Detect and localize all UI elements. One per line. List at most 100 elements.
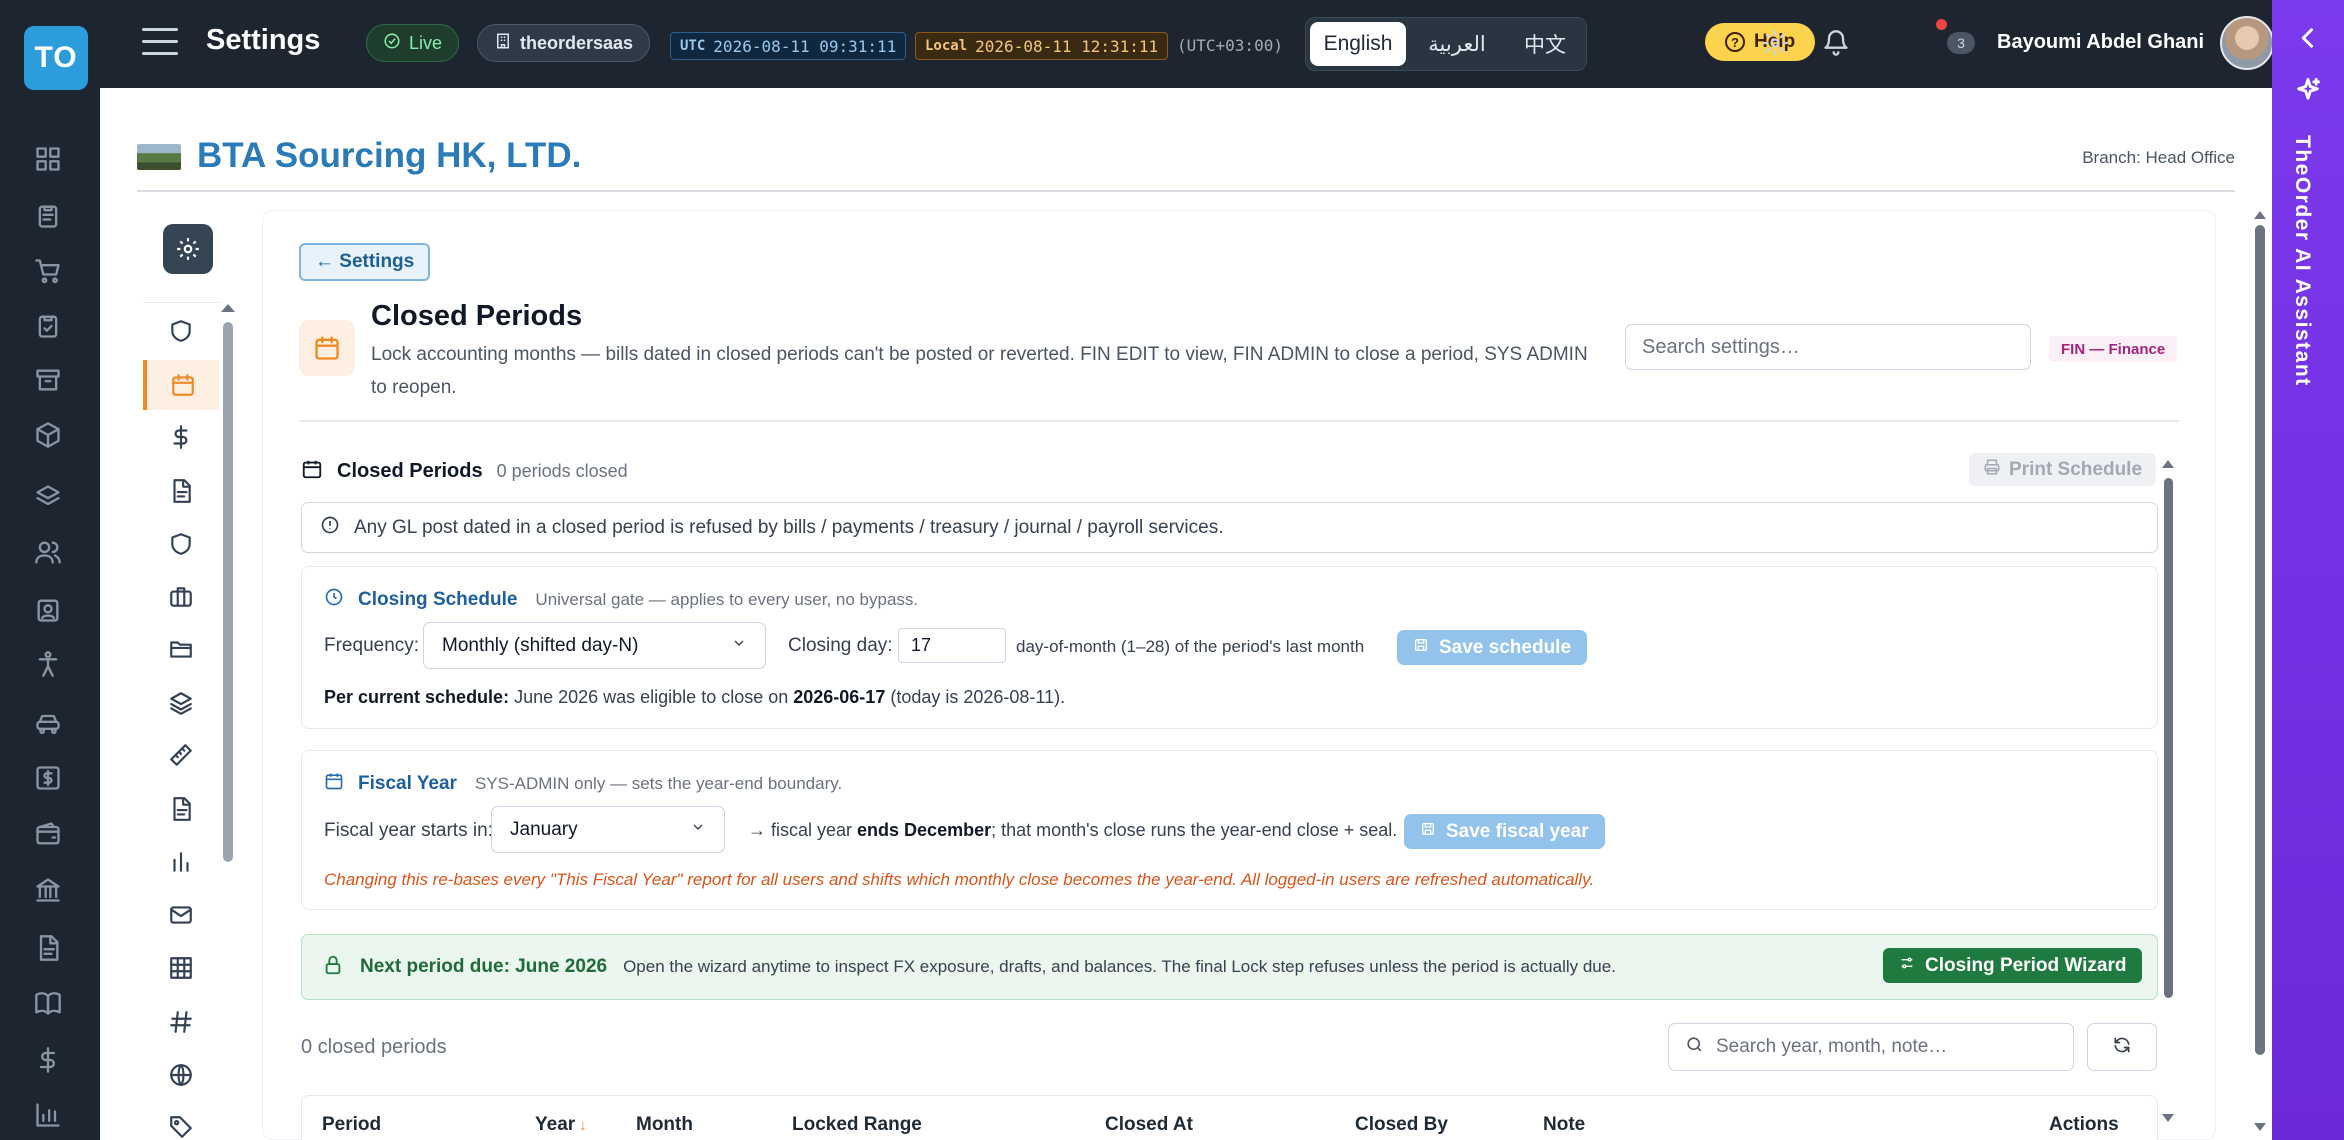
menu-icon[interactable] <box>142 28 178 58</box>
sidebar-item-reports[interactable] <box>143 837 219 887</box>
book-icon[interactable] <box>30 985 66 1021</box>
fiscal-year-end-prefix: → fiscal year <box>748 820 858 840</box>
sidebar-item-ruler[interactable] <box>143 730 219 780</box>
sidebar-item-shield[interactable] <box>143 306 219 356</box>
current-schedule-mid: June 2026 was eligible to close on <box>509 687 794 707</box>
column-year-label: Year <box>535 1114 576 1135</box>
sidebar-item-folder[interactable] <box>143 624 219 674</box>
tenant-badge[interactable]: theordersaas <box>477 24 651 62</box>
page-scrollbar[interactable] <box>2255 225 2265 1055</box>
users-icon[interactable] <box>30 534 66 570</box>
sidebar-item-invoice[interactable] <box>143 784 219 834</box>
fiscal-year-start-select[interactable]: January <box>491 806 725 853</box>
periods-closed-count: 0 periods closed <box>496 461 628 481</box>
sidebar-item-mail[interactable] <box>143 890 219 940</box>
fiscal-year-end-text: → fiscal year ends December; that month'… <box>748 820 1397 841</box>
sidebar-item-document[interactable] <box>143 466 219 516</box>
clipboard-check-icon[interactable] <box>30 308 66 344</box>
utc-clock: UTC 2026-08-11 09:31:11 <box>670 32 907 60</box>
closing-period-wizard-button[interactable]: Closing Period Wizard <box>1883 948 2143 983</box>
save-schedule-button[interactable]: Save schedule <box>1397 630 1588 665</box>
dollar-icon[interactable] <box>30 1042 66 1078</box>
cart-icon[interactable] <box>30 253 66 289</box>
closing-schedule-title: Closing Schedule <box>358 588 518 610</box>
sidebar-scroll-up-icon[interactable] <box>221 304 235 312</box>
sidebar-item-numbering[interactable] <box>143 997 219 1047</box>
panel-scroll-up-icon[interactable] <box>2162 460 2174 468</box>
sidebar-item-tags[interactable] <box>143 1102 219 1140</box>
utc-tag: UTC <box>680 38 706 54</box>
sidebar-item-currency[interactable] <box>143 412 219 462</box>
back-to-settings-button[interactable]: ← Settings <box>299 243 431 281</box>
car-icon[interactable] <box>30 705 66 741</box>
layers-icon[interactable] <box>30 479 66 515</box>
closing-schedule-header: Closing Schedule Universal gate — applie… <box>324 587 918 612</box>
bank-icon[interactable] <box>30 872 66 908</box>
branch-label[interactable]: Branch: Head Office <box>2082 148 2235 168</box>
column-actions: Actions <box>2049 1114 2119 1135</box>
refresh-button[interactable] <box>2087 1023 2157 1071</box>
page-scroll-down-icon[interactable] <box>2254 1123 2266 1131</box>
sidebar-item-security[interactable] <box>143 519 219 569</box>
settings-gear-icon[interactable] <box>163 224 213 274</box>
gear-icon[interactable] <box>1758 26 1792 60</box>
column-note[interactable]: Note <box>1543 1114 1585 1136</box>
title-divider <box>299 420 2179 422</box>
ai-assistant-panel[interactable]: TheOrder AI Assistant <box>2272 0 2344 1140</box>
timezone-offset: (UTC+03:00) <box>1177 36 1283 55</box>
sidebar-item-grid[interactable] <box>143 943 219 993</box>
save-fiscal-year-label: Save fiscal year <box>1446 820 1589 842</box>
column-closed-by[interactable]: Closed By <box>1355 1114 1448 1136</box>
closing-day-input[interactable]: 17 <box>898 628 1006 663</box>
page-title: Closed Periods <box>371 300 583 332</box>
search-periods-input[interactable]: Search year, month, note… <box>1668 1023 2074 1071</box>
page-scroll-up-icon[interactable] <box>2254 211 2266 219</box>
app-logo[interactable]: TO <box>24 26 88 90</box>
save-fiscal-year-button[interactable]: Save fiscal year <box>1404 814 1605 849</box>
panel-scrollbar[interactable] <box>2164 478 2173 998</box>
frequency-select[interactable]: Monthly (shifted day-N) <box>423 622 766 669</box>
accessibility-icon[interactable] <box>30 646 66 682</box>
panel-scroll-down-icon[interactable] <box>2162 1114 2174 1122</box>
chart-icon[interactable] <box>30 1097 66 1133</box>
fiscal-year-end-month: ends December <box>857 820 992 840</box>
check-circle-icon <box>383 32 401 55</box>
print-schedule-button[interactable]: Print Schedule <box>1969 453 2157 486</box>
printer-icon <box>1983 458 2001 482</box>
dollar-square-icon[interactable] <box>30 760 66 796</box>
avatar[interactable] <box>2220 16 2274 70</box>
gl-info-text: Any GL post dated in a closed period is … <box>354 516 1224 538</box>
column-period[interactable]: Period <box>322 1114 381 1136</box>
sidebar-item-closed-periods[interactable] <box>143 360 219 410</box>
wallet-icon[interactable] <box>30 816 66 852</box>
language-option-chinese[interactable]: 中文 <box>1508 22 1582 66</box>
search-periods-placeholder: Search year, month, note… <box>1716 1036 1948 1057</box>
dashboard-icon[interactable] <box>30 141 66 177</box>
notification-count: 3 <box>1947 32 1975 54</box>
package-icon[interactable] <box>30 417 66 453</box>
search-settings-input[interactable]: Search settings… <box>1625 324 2031 370</box>
language-option-arabic[interactable]: العربية <box>1412 22 1502 66</box>
sidebar-scrollbar[interactable] <box>223 322 233 862</box>
column-year[interactable]: Year ↓ <box>535 1114 587 1136</box>
archive-icon[interactable] <box>30 362 66 398</box>
sidebar-item-globe[interactable] <box>143 1050 219 1100</box>
column-month[interactable]: Month <box>636 1114 693 1136</box>
bell-icon[interactable] <box>1819 26 1853 60</box>
sidebar-divider <box>143 302 219 303</box>
calendar-icon <box>299 320 355 376</box>
current-schedule-text: Per current schedule: June 2026 was elig… <box>324 687 1065 708</box>
id-badge-icon[interactable] <box>30 592 66 628</box>
sidebar-item-briefcase[interactable] <box>143 572 219 622</box>
document-icon[interactable] <box>30 930 66 966</box>
ai-assistant-label: TheOrder AI Assistant <box>2291 135 2314 387</box>
fiscal-year-header: Fiscal Year SYS-ADMIN only — sets the ye… <box>324 771 842 796</box>
column-locked-range[interactable]: Locked Range <box>792 1114 922 1136</box>
chevron-down-icon <box>731 635 747 657</box>
language-option-english[interactable]: English <box>1310 22 1406 66</box>
sidebar-item-layers[interactable] <box>143 678 219 728</box>
clipboard-icon[interactable] <box>30 198 66 234</box>
chevron-left-icon[interactable] <box>2294 24 2322 52</box>
column-closed-at[interactable]: Closed At <box>1105 1114 1193 1136</box>
user-name[interactable]: Bayoumi Abdel Ghani <box>1997 31 2204 54</box>
